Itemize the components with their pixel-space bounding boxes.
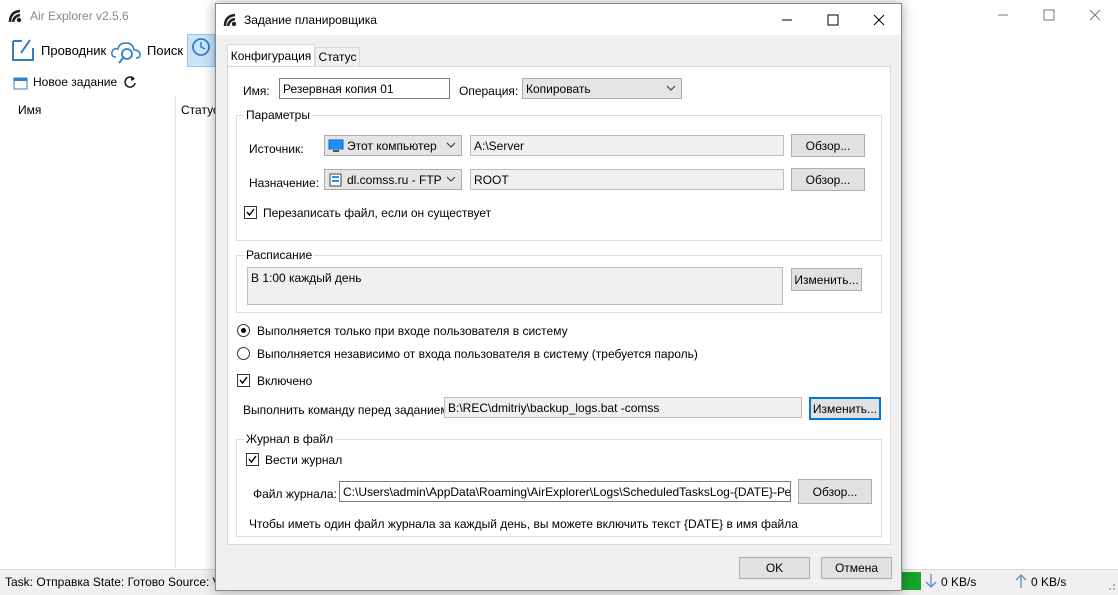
dest-label: Назначение: [249, 176, 320, 190]
computer-icon [328, 139, 344, 152]
dialog-maximize-button[interactable] [810, 4, 856, 35]
schedule-text: В 1:00 каждый день [247, 267, 783, 305]
log-browse-button[interactable]: Обзор... [798, 479, 872, 504]
run-independent-radio[interactable] [237, 347, 250, 360]
upload-arrow-icon [1015, 574, 1027, 588]
run-logged-on-radio[interactable] [237, 324, 250, 337]
app-title: Air Explorer v2.5.6 [30, 9, 129, 23]
overwrite-label: Перезаписать файл, если он существует [263, 206, 492, 220]
clock-icon [192, 38, 210, 56]
checkmark-icon [248, 455, 257, 464]
new-task-label: Новое задание [33, 75, 118, 89]
tab-status[interactable]: Статус [315, 47, 360, 67]
pre-command-input[interactable]: B:\REC\dmitriy\backup_logs.bat -comss [444, 397, 802, 418]
status-task-info: Task: Отправка State: Готово Source: V:\ [5, 575, 215, 589]
ribbon-explorer-label: Проводник [41, 42, 107, 58]
keep-log-label: Вести журнал [265, 453, 343, 467]
overwrite-checkbox[interactable] [244, 206, 257, 219]
maximize-icon [827, 14, 839, 25]
minimize-icon [998, 14, 1008, 16]
minimize-icon [782, 19, 792, 20]
ok-button[interactable]: OK [739, 557, 810, 579]
minimize-button[interactable] [980, 0, 1026, 30]
operation-select[interactable]: Копировать [522, 78, 682, 99]
dest-select[interactable]: dl.comss.ru - FTP [324, 169, 462, 190]
source-select-value: Этот компьютер [347, 138, 437, 153]
refresh-icon[interactable] [123, 75, 137, 89]
cancel-button[interactable]: Отмена [821, 557, 892, 579]
operation-label: Операция: [459, 84, 519, 98]
dialog-close-button[interactable] [856, 4, 902, 35]
chevron-down-icon [446, 176, 456, 182]
dest-select-value: dl.comss.ru - FTP [347, 172, 442, 187]
source-browse-button[interactable]: Обзор... [791, 134, 865, 157]
close-icon [873, 14, 885, 25]
chevron-down-icon [446, 142, 456, 148]
name-label: Имя: [243, 84, 270, 98]
close-button[interactable] [1072, 0, 1118, 30]
new-task-button[interactable]: Новое задание [13, 74, 117, 90]
pre-command-change-button[interactable]: Изменить... [809, 397, 881, 420]
enabled-checkbox[interactable] [237, 374, 250, 387]
download-speed: 0 KB/s [941, 575, 977, 589]
resize-grip-icon[interactable] [1105, 580, 1116, 591]
log-file-input[interactable]: C:\Users\admin\AppData\Roaming\AirExplor… [339, 481, 791, 502]
column-header-name[interactable]: Имя [18, 103, 41, 117]
dialog-titlebar: Задание планировщика [216, 4, 901, 35]
app-logo-icon [8, 9, 22, 23]
download-arrow-icon [925, 574, 937, 588]
tab-config[interactable]: Конфигурация [227, 44, 315, 67]
dialog-title: Задание планировщика [244, 13, 377, 27]
source-label: Источник: [249, 142, 304, 156]
params-group-title: Параметры [244, 108, 312, 122]
log-group-title: Журнал в файл [244, 432, 336, 446]
maximize-icon [1043, 9, 1055, 21]
schedule-change-button[interactable]: Изменить... [791, 268, 862, 291]
dialog-logo-icon [223, 13, 237, 27]
column-divider [175, 97, 176, 567]
config-panel: Имя: Резервная копия 01 Операция: Копиро… [227, 66, 891, 545]
upload-speed: 0 KB/s [1031, 575, 1067, 589]
name-input[interactable]: Резервная копия 01 [279, 78, 450, 99]
source-path-input[interactable]: A:\Server [470, 135, 784, 156]
enabled-label: Включено [257, 374, 313, 388]
ribbon-explorer-button[interactable]: Проводник [8, 34, 106, 66]
pre-command-label: Выполнить команду перед заданием: [243, 403, 452, 417]
source-select[interactable]: Этот компьютер [324, 135, 462, 156]
checkmark-icon [239, 376, 248, 385]
operation-value: Копировать [526, 81, 591, 96]
keep-log-checkbox[interactable] [246, 453, 259, 466]
log-hint: Чтобы иметь один файл журнала за каждый … [249, 517, 798, 531]
progress-bar [902, 572, 921, 590]
run-independent-label: Выполняется независимо от входа пользова… [257, 347, 698, 361]
close-icon [1089, 9, 1101, 21]
ribbon-scheduler-button[interactable] [187, 34, 215, 67]
run-logged-on-label: Выполняется только при входе пользовател… [257, 324, 568, 338]
dest-browse-button[interactable]: Обзор... [791, 168, 865, 191]
dialog-minimize-button[interactable] [764, 4, 810, 35]
log-file-label: Файл журнала: [253, 487, 337, 501]
ribbon-search-label: Поиск [147, 42, 184, 58]
dest-path-input[interactable]: ROOT [470, 169, 784, 190]
checkmark-icon [246, 208, 255, 217]
schedule-group-title: Расписание [244, 248, 315, 262]
column-header-status[interactable]: Статус [181, 103, 219, 117]
scheduler-task-dialog: Задание планировщика Конфигурация Статус… [215, 3, 902, 591]
new-task-icon [13, 77, 28, 90]
explorer-icon [12, 39, 34, 61]
ftp-server-icon [329, 173, 342, 186]
maximize-button[interactable] [1026, 0, 1072, 30]
search-cloud-icon [111, 42, 141, 64]
ribbon-search-button[interactable]: Поиск [110, 34, 183, 66]
chevron-down-icon [666, 85, 676, 91]
